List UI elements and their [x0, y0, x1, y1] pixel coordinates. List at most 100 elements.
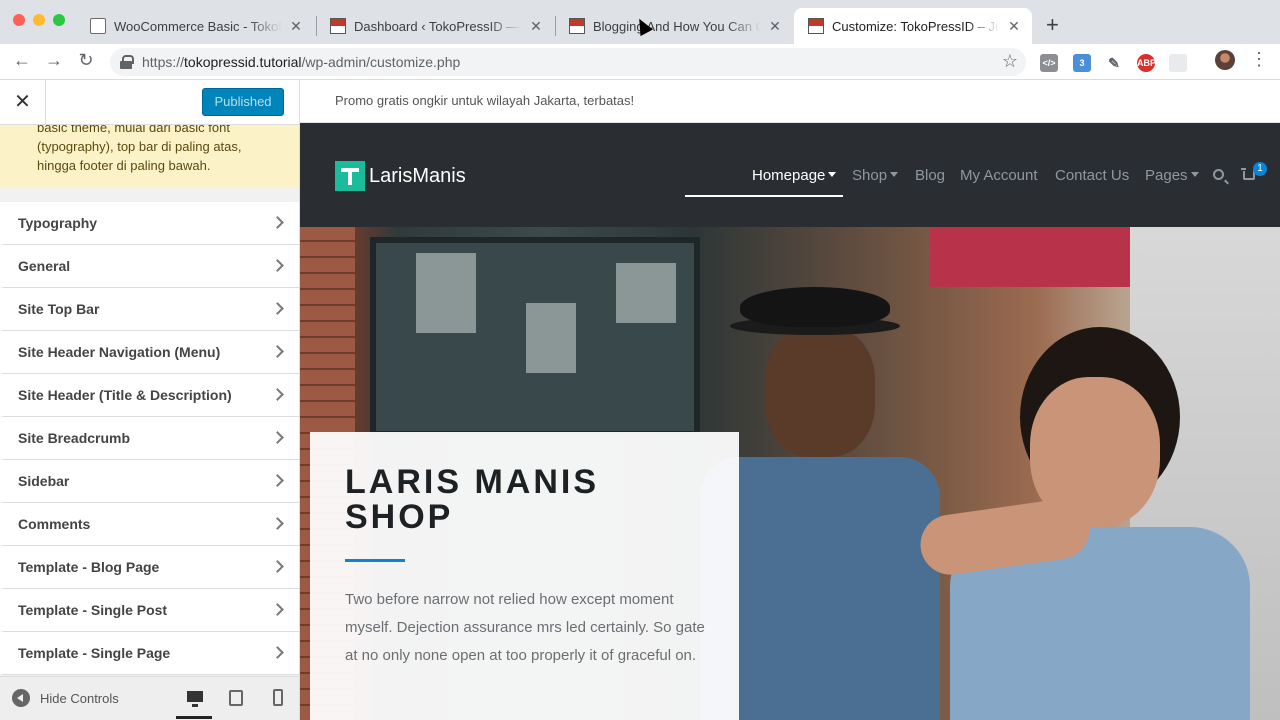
adblock-icon[interactable]: ABP — [1137, 54, 1156, 72]
panel-label: General — [18, 258, 71, 274]
panel-sidebar[interactable]: Sidebar — [0, 460, 299, 503]
search-icon[interactable] — [1213, 169, 1224, 180]
nav-pages[interactable]: Pages — [1145, 167, 1199, 184]
chevron-right-icon — [271, 431, 284, 444]
hide-controls-label: Hide Controls — [40, 690, 119, 706]
panel-label: Site Header Navigation (Menu) — [18, 344, 221, 360]
browser-tab-dashboard[interactable]: Dashboard ‹ TokoPressID — WordPress ✕ — [316, 8, 554, 44]
nav-label: Shop — [852, 167, 888, 184]
tab-title: Customize: TokoPressID – Just — [832, 18, 1000, 34]
tab-close-icon[interactable]: ✕ — [288, 18, 304, 35]
hero-card: LARIS MANIS SHOP Two before narrow not r… — [310, 432, 739, 720]
nav-my-account[interactable]: My Account — [960, 167, 1038, 184]
publish-button[interactable]: Published — [202, 88, 284, 116]
caret-down-icon — [828, 172, 837, 177]
back-arrow-icon[interactable]: ← — [10, 50, 34, 71]
window-minimize-button[interactable] — [33, 14, 45, 26]
panel-label: Typography — [18, 215, 98, 231]
customizer-header: ✕ Published — [0, 80, 299, 125]
hero-description: Two before narrow not relied how except … — [345, 591, 705, 664]
chevron-right-icon — [271, 388, 284, 401]
nav-label: Homepage — [752, 167, 826, 184]
code-extension-icon[interactable]: </> — [1040, 54, 1058, 72]
chevron-right-icon — [271, 474, 284, 487]
browser-tab-customize[interactable]: Customize: TokoPressID – Just ✕ — [794, 8, 1032, 44]
cart-count-badge: 1 — [1253, 162, 1267, 176]
collapse-icon — [12, 689, 30, 707]
panel-header-title[interactable]: Site Header (Title & Description) — [0, 374, 299, 417]
site-header: LarisManis Homepage Shop Blog My Account… — [300, 123, 1280, 227]
lock-icon — [120, 55, 134, 69]
window-maximize-button[interactable] — [53, 14, 65, 26]
customizer-footer: Hide Controls — [0, 676, 299, 720]
panel-template-single-page[interactable]: Template - Single Page — [0, 632, 299, 675]
active-nav-underline — [685, 195, 843, 197]
tab-title: Dashboard ‹ TokoPressID — WordPress — [354, 18, 522, 34]
panel-label: Comments — [18, 516, 91, 532]
panel-breadcrumb[interactable]: Site Breadcrumb — [0, 417, 299, 460]
window-close-button[interactable] — [13, 14, 25, 26]
hero-photo-storefront — [930, 227, 1130, 287]
page-icon — [90, 18, 106, 34]
customizer-sidebar: ✕ Published basic theme, mulai dari basi… — [0, 80, 300, 720]
extension-icon[interactable]: 3 — [1073, 54, 1091, 72]
panel-label: Template - Single Post — [18, 602, 168, 618]
cloud-extension-icon[interactable] — [1169, 54, 1187, 72]
tab-title: Blogging And How You Can Get — [593, 18, 761, 34]
site-top-bar: Promo gratis ongkir untuk wilayah Jakart… — [300, 80, 1280, 123]
url-text: https://tokopressid.tutorial/wp-admin/cu… — [142, 54, 461, 70]
preview-mobile-button[interactable] — [260, 685, 296, 719]
panel-label: Site Top Bar — [18, 301, 100, 317]
panel-header-navigation[interactable]: Site Header Navigation (Menu) — [0, 331, 299, 374]
tab-close-icon[interactable]: ✕ — [1006, 18, 1022, 35]
mobile-icon — [273, 689, 283, 706]
caret-down-icon — [890, 172, 899, 177]
new-tab-icon[interactable]: + — [1046, 12, 1059, 38]
site-preview: Promo gratis ongkir untuk wilayah Jakart… — [300, 80, 1280, 720]
nav-label: Pages — [1145, 167, 1188, 184]
tab-close-icon[interactable]: ✕ — [528, 18, 544, 35]
panel-label: Site Breadcrumb — [18, 430, 131, 446]
forward-arrow-icon[interactable]: → — [42, 50, 66, 71]
hero-photo-window — [370, 237, 700, 437]
hero-photo-woman — [910, 327, 1250, 720]
tab-close-icon[interactable]: ✕ — [767, 18, 783, 35]
panel-label: Template - Blog Page — [18, 559, 160, 575]
nav-shop[interactable]: Shop — [852, 167, 899, 184]
panel-label: Template - Single Page — [18, 645, 171, 661]
more-menu-icon[interactable]: ⋮ — [1250, 49, 1268, 70]
close-icon[interactable]: ✕ — [0, 80, 46, 125]
nav-homepage[interactable]: Homepage — [752, 167, 837, 184]
panel-general[interactable]: General — [0, 245, 299, 288]
chevron-right-icon — [271, 259, 284, 272]
panel-site-top-bar[interactable]: Site Top Bar — [0, 288, 299, 331]
chevron-right-icon — [271, 345, 284, 358]
nav-blog[interactable]: Blog — [915, 167, 945, 184]
nav-contact-us[interactable]: Contact Us — [1055, 167, 1129, 184]
eyedropper-icon[interactable]: ✎ — [1105, 54, 1123, 72]
preview-tablet-button[interactable] — [218, 685, 254, 719]
star-icon[interactable]: ☆ — [1002, 51, 1018, 72]
panel-template-single-post[interactable]: Template - Single Post — [0, 589, 299, 632]
site-logo-icon[interactable] — [335, 161, 365, 191]
browser-tab-woocommerce[interactable]: WooCommerce Basic - TokoPress ✕ — [76, 8, 314, 44]
chevron-right-icon — [271, 603, 284, 616]
panel-template-blog[interactable]: Template - Blog Page — [0, 546, 299, 589]
flag-favicon-icon — [569, 18, 585, 34]
customizer-panel-list: Typography General Site Top Bar Site Hea… — [0, 202, 299, 675]
tablet-icon — [229, 690, 243, 706]
chevron-right-icon — [271, 517, 284, 530]
browser-tab-blogging[interactable]: Blogging And How You Can Get ✕ — [555, 8, 793, 44]
panel-comments[interactable]: Comments — [0, 503, 299, 546]
flag-favicon-icon — [330, 18, 346, 34]
preview-desktop-button[interactable] — [176, 685, 212, 719]
reload-icon[interactable]: ↻ — [74, 50, 98, 71]
address-bar[interactable]: https://tokopressid.tutorial/wp-admin/cu… — [110, 48, 1026, 76]
tab-title: WooCommerce Basic - TokoPress — [114, 18, 282, 34]
panel-typography[interactable]: Typography — [0, 202, 299, 245]
profile-avatar[interactable] — [1215, 50, 1235, 70]
desktop-icon — [187, 691, 203, 707]
site-title[interactable]: LarisManis — [369, 165, 466, 188]
chevron-right-icon — [271, 560, 284, 573]
hide-controls-button[interactable]: Hide Controls — [12, 689, 119, 707]
